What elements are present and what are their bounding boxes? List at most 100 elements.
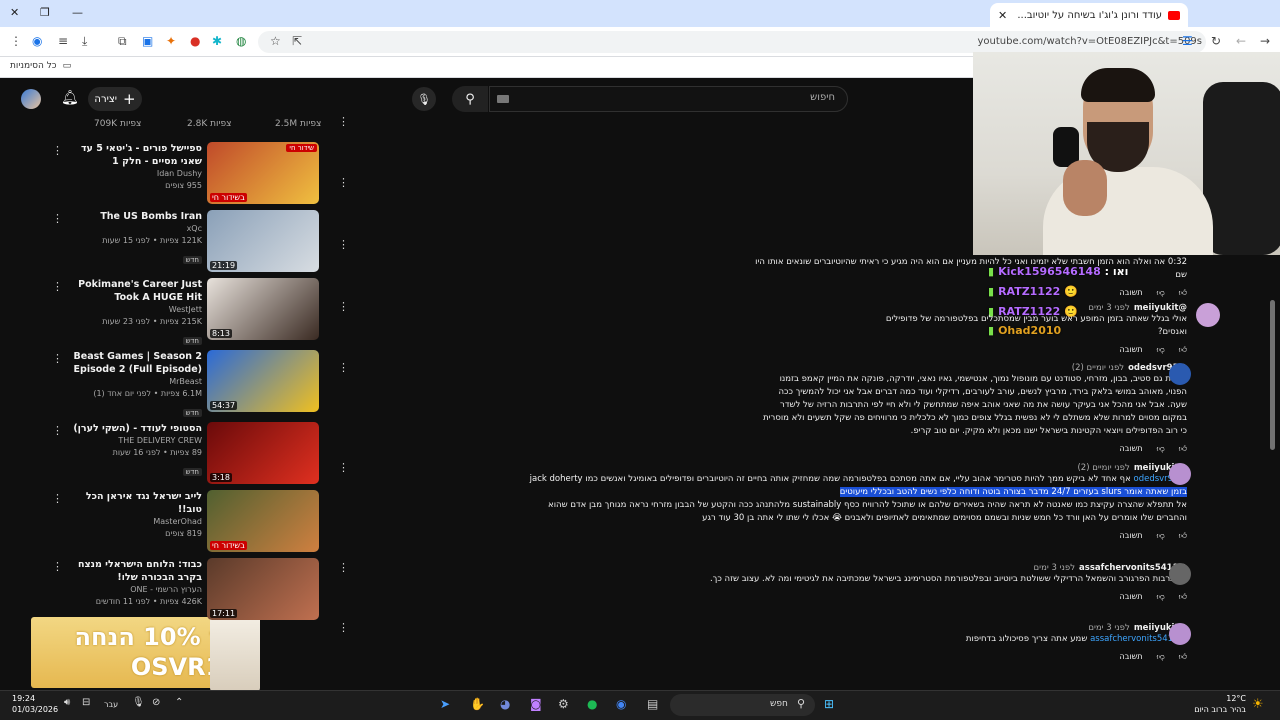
more-options-icon[interactable]: ⋮ <box>338 176 349 189</box>
comment-avatar[interactable] <box>1169 463 1191 485</box>
video-title[interactable]: הסטופי לעודד - (השקי לערן) <box>62 422 202 435</box>
reply-button[interactable]: תשובה <box>1120 652 1143 662</box>
video-thumbnail[interactable]: בשידור חי <box>207 490 319 552</box>
video-title[interactable]: Beast Games | Season 2 Episode 2 (Full E… <box>62 350 202 376</box>
video-title[interactable]: לייב ישראל נגד איראן הכל טוב!! <box>62 490 202 516</box>
like-icon[interactable]: 👍︎ <box>1179 444 1187 454</box>
spotify-icon[interactable]: ● <box>587 697 597 711</box>
tray-chevron-icon[interactable]: ⌃ <box>175 697 183 708</box>
extension-1-icon[interactable]: ▣ <box>142 34 153 48</box>
reload-icon[interactable]: ↻ <box>1211 34 1221 48</box>
network-icon[interactable]: ⊟ <box>82 697 90 708</box>
app-icon[interactable]: ✋ <box>470 697 485 711</box>
restore-window-icon[interactable]: ❐ <box>40 6 50 19</box>
reply-button[interactable]: תשובה <box>1120 345 1143 355</box>
more-options-icon[interactable]: ⋮ <box>52 280 63 293</box>
profile-icon[interactable]: ◉ <box>32 34 42 48</box>
video-title[interactable]: The US Bombs Iran <box>62 210 202 223</box>
avatar[interactable] <box>21 89 41 109</box>
more-options-icon[interactable]: ⋮ <box>338 461 349 474</box>
dislike-icon[interactable]: 👎︎ <box>1157 444 1165 454</box>
notifications-bell-icon[interactable]: 🔔︎ <box>61 90 79 106</box>
like-icon[interactable]: 👍︎ <box>1179 652 1187 662</box>
like-icon[interactable]: 👍︎ <box>1179 345 1187 355</box>
taskbar-search[interactable] <box>670 694 815 716</box>
telegram-icon[interactable]: ➤ <box>440 697 450 711</box>
related-video-card[interactable]: 54:37 Beast Games | Season 2 Episode 2 (F… <box>0 350 330 417</box>
language-indicator[interactable]: עבר <box>104 700 118 709</box>
comment-avatar[interactable] <box>1169 363 1191 385</box>
more-options-icon[interactable]: ⋮ <box>338 115 349 128</box>
all-bookmarks[interactable]: כל הסימניות ▭ <box>10 61 71 71</box>
comment-author[interactable]: @meiiyukit <box>1134 303 1187 313</box>
more-options-icon[interactable]: ⋮ <box>52 144 63 157</box>
extension-3-icon[interactable]: ● <box>190 34 200 48</box>
like-icon[interactable]: 👍︎ <box>1179 288 1187 298</box>
windows-start-icon[interactable]: ⊞ <box>824 697 834 711</box>
comment-avatar[interactable] <box>1169 623 1191 645</box>
hidden-tray-icon[interactable]: ⊘ <box>152 697 160 708</box>
related-video-card[interactable]: 3:18 הסטופי לעודד - (השקי לערן) THE DELIVE… <box>0 422 330 484</box>
extension-2-icon[interactable]: ✦ <box>166 34 176 48</box>
related-video-card[interactable]: 8:13 Pokimane's Career Just Took A HUGE H… <box>0 278 330 345</box>
more-options-icon[interactable]: ⋮ <box>338 238 349 251</box>
more-options-icon[interactable]: ⋮ <box>338 361 349 374</box>
steam-icon[interactable]: ⚙︎ <box>558 697 569 711</box>
more-options-icon[interactable]: ⋮ <box>52 212 63 225</box>
browser-tab[interactable]: עודד ורונן ג'וג'ו בשיחה על יוטיוב... ✕ <box>990 3 1188 27</box>
voice-search-mic-icon[interactable]: 🎙︎ <box>412 87 436 111</box>
related-video-card[interactable]: 21:19 The US Bombs Iran xQc 121K צפיות • לפ… <box>0 210 330 272</box>
close-tab-icon[interactable]: ✕ <box>998 9 1007 22</box>
like-icon[interactable]: 👍︎ <box>1179 531 1187 541</box>
video-thumbnail[interactable]: שידור חי בשידור חי <box>207 142 319 204</box>
dislike-icon[interactable]: 👎︎ <box>1157 531 1165 541</box>
search-input[interactable] <box>489 86 848 112</box>
forward-icon[interactable]: ← <box>1236 34 1246 48</box>
keyboard-icon[interactable] <box>497 95 509 103</box>
close-window-icon[interactable]: ✕ <box>10 6 19 19</box>
channel-name[interactable]: WestJett <box>62 304 202 316</box>
video-title[interactable]: כבוד: הלוחם הישראלי מנצח בקרב הבכורה שלו… <box>62 558 202 584</box>
dislike-icon[interactable]: 👎︎ <box>1157 288 1165 298</box>
download-icon[interactable]: ⤓ <box>82 34 87 49</box>
menu-kebab-icon[interactable]: ⋮ <box>10 34 22 48</box>
like-icon[interactable]: 👍︎ <box>1179 592 1187 602</box>
app-icon[interactable]: ◙ <box>530 697 542 711</box>
weather-widget[interactable]: 12°C בהיר ברוב היום <box>1194 693 1246 715</box>
more-options-icon[interactable]: ⋮ <box>52 560 63 573</box>
video-title[interactable]: ספיישל פורים - ג'יטאי 5 עד שאני מסיים - … <box>62 142 202 168</box>
related-video-card[interactable]: 17:11 כבוד: הלוחם הישראלי מנצח בקרב הבכור… <box>0 558 330 620</box>
more-options-icon[interactable]: ⋮ <box>52 424 63 437</box>
volume-icon[interactable]: 🔊︎ <box>64 697 70 708</box>
dislike-icon[interactable]: 👎︎ <box>1157 592 1165 602</box>
video-thumbnail[interactable]: 54:37 <box>207 350 319 412</box>
video-thumbnail[interactable]: 17:11 <box>207 558 319 620</box>
extension-4-icon[interactable]: ✱ <box>212 34 222 48</box>
comment-avatar[interactable] <box>1169 563 1191 585</box>
dislike-icon[interactable]: 👎︎ <box>1157 652 1165 662</box>
file-explorer-icon[interactable]: ▤ <box>647 697 658 711</box>
related-video-card[interactable]: בשידור חי לייב ישראל נגד איראן הכל טוב!! M… <box>0 490 330 552</box>
taskbar-clock[interactable]: 19:24 01/03/2026 <box>12 693 58 715</box>
discord-icon[interactable]: ◕ <box>500 697 510 711</box>
bookmark-star-icon[interactable]: ☆ <box>270 34 281 48</box>
channel-name[interactable]: THE DELIVERY CREW <box>62 435 202 447</box>
site-settings-icon[interactable]: ☰ <box>1182 34 1193 48</box>
back-icon[interactable]: → <box>1260 34 1270 48</box>
video-title[interactable]: Pokimane's Career Just Took A HUGE Hit <box>62 278 202 304</box>
more-options-icon[interactable]: ⋮ <box>338 561 349 574</box>
channel-name[interactable]: הערוץ הרשמי - ONE <box>62 584 202 596</box>
video-thumbnail[interactable]: 8:13 <box>207 278 319 340</box>
channel-name[interactable]: Idan Dushy <box>62 168 202 180</box>
create-button[interactable]: יצירה + <box>88 87 142 111</box>
channel-name[interactable]: MasterOhad <box>62 516 202 528</box>
channel-name[interactable]: xQc <box>62 223 202 235</box>
dislike-icon[interactable]: 👎︎ <box>1157 345 1165 355</box>
more-options-icon[interactable]: ⋮ <box>338 621 349 634</box>
channel-name[interactable]: MrBeast <box>62 376 202 388</box>
related-video-card[interactable]: שידור חי בשידור חי ספיישל פורים - ג'יטאי 5… <box>0 142 330 204</box>
search-button[interactable]: ⚲ <box>452 86 488 112</box>
more-options-icon[interactable]: ⋮ <box>338 300 349 313</box>
video-thumbnail[interactable]: 3:18 <box>207 422 319 484</box>
page-scrollbar[interactable] <box>1270 300 1275 450</box>
